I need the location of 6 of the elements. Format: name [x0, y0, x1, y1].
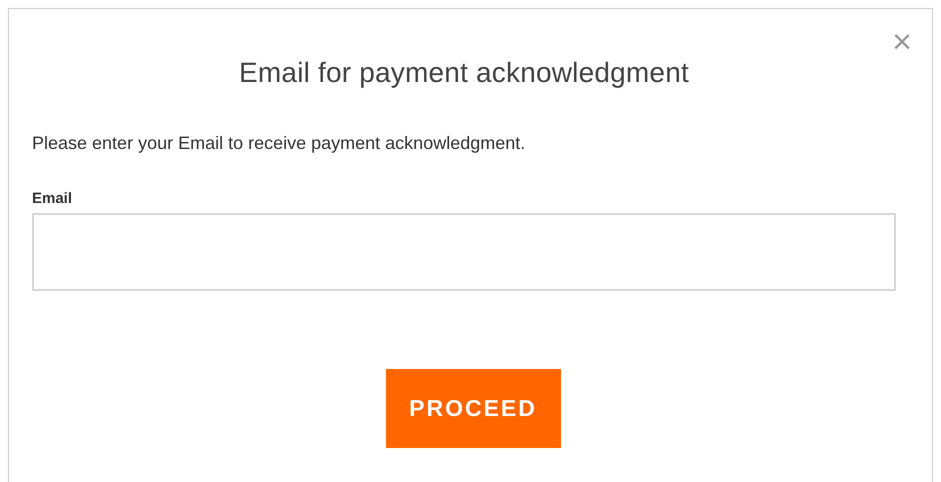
dialog-title: Email for payment acknowledgment: [238, 57, 690, 89]
close-button[interactable]: ×: [888, 25, 916, 59]
email-label: Email: [32, 190, 72, 207]
proceed-button[interactable]: PROCEED: [386, 369, 560, 448]
instruction-text: Please enter your Email to receive payment acknowledgment.: [32, 133, 526, 154]
email-input-field[interactable]: [32, 213, 896, 291]
